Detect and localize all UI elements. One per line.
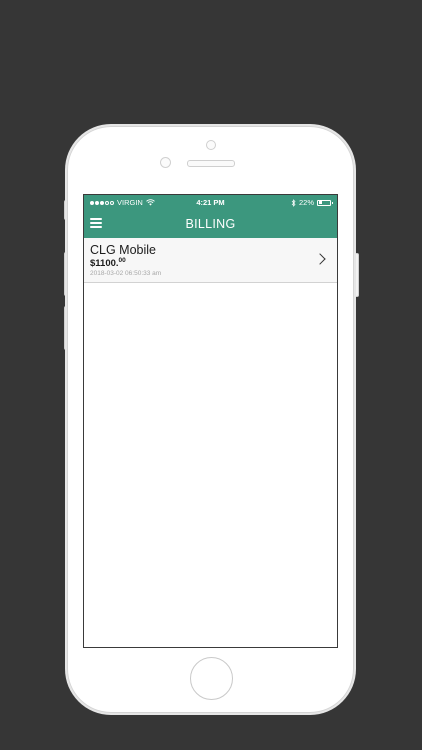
chevron-right-icon xyxy=(314,253,326,265)
status-bar: VIRGIN 4:21 PM 22% xyxy=(84,195,337,209)
app-store-screenshot: VIRGIN 4:21 PM 22% BILLING CLG Mobile $1… xyxy=(0,0,422,750)
proximity-sensor xyxy=(160,157,171,168)
billing-list: CLG Mobile $1100.00 2018-03-02 06:50:33 … xyxy=(84,238,337,283)
bill-name: CLG Mobile xyxy=(90,243,156,257)
bill-row[interactable]: CLG Mobile $1100.00 2018-03-02 06:50:33 … xyxy=(84,238,337,283)
bill-amount-dollars: $1100. xyxy=(90,258,119,269)
home-button[interactable] xyxy=(190,657,233,700)
navigation-bar: BILLING xyxy=(84,209,337,238)
bill-amount: $1100.00 xyxy=(90,257,126,269)
page-title: BILLING xyxy=(185,217,236,231)
bill-amount-cents: 00 xyxy=(118,257,126,264)
bill-date: 2018-03-02 06:50:33 am xyxy=(90,270,162,277)
front-camera xyxy=(206,140,216,150)
battery-percent: 22% xyxy=(298,198,314,207)
phone-screen: VIRGIN 4:21 PM 22% BILLING CLG Mobile $1… xyxy=(83,194,338,648)
earpiece-speaker xyxy=(187,160,235,167)
battery-fill xyxy=(318,201,322,204)
status-bar-right: 22% xyxy=(291,198,333,207)
battery-icon xyxy=(317,199,333,206)
bluetooth-icon xyxy=(291,198,296,207)
